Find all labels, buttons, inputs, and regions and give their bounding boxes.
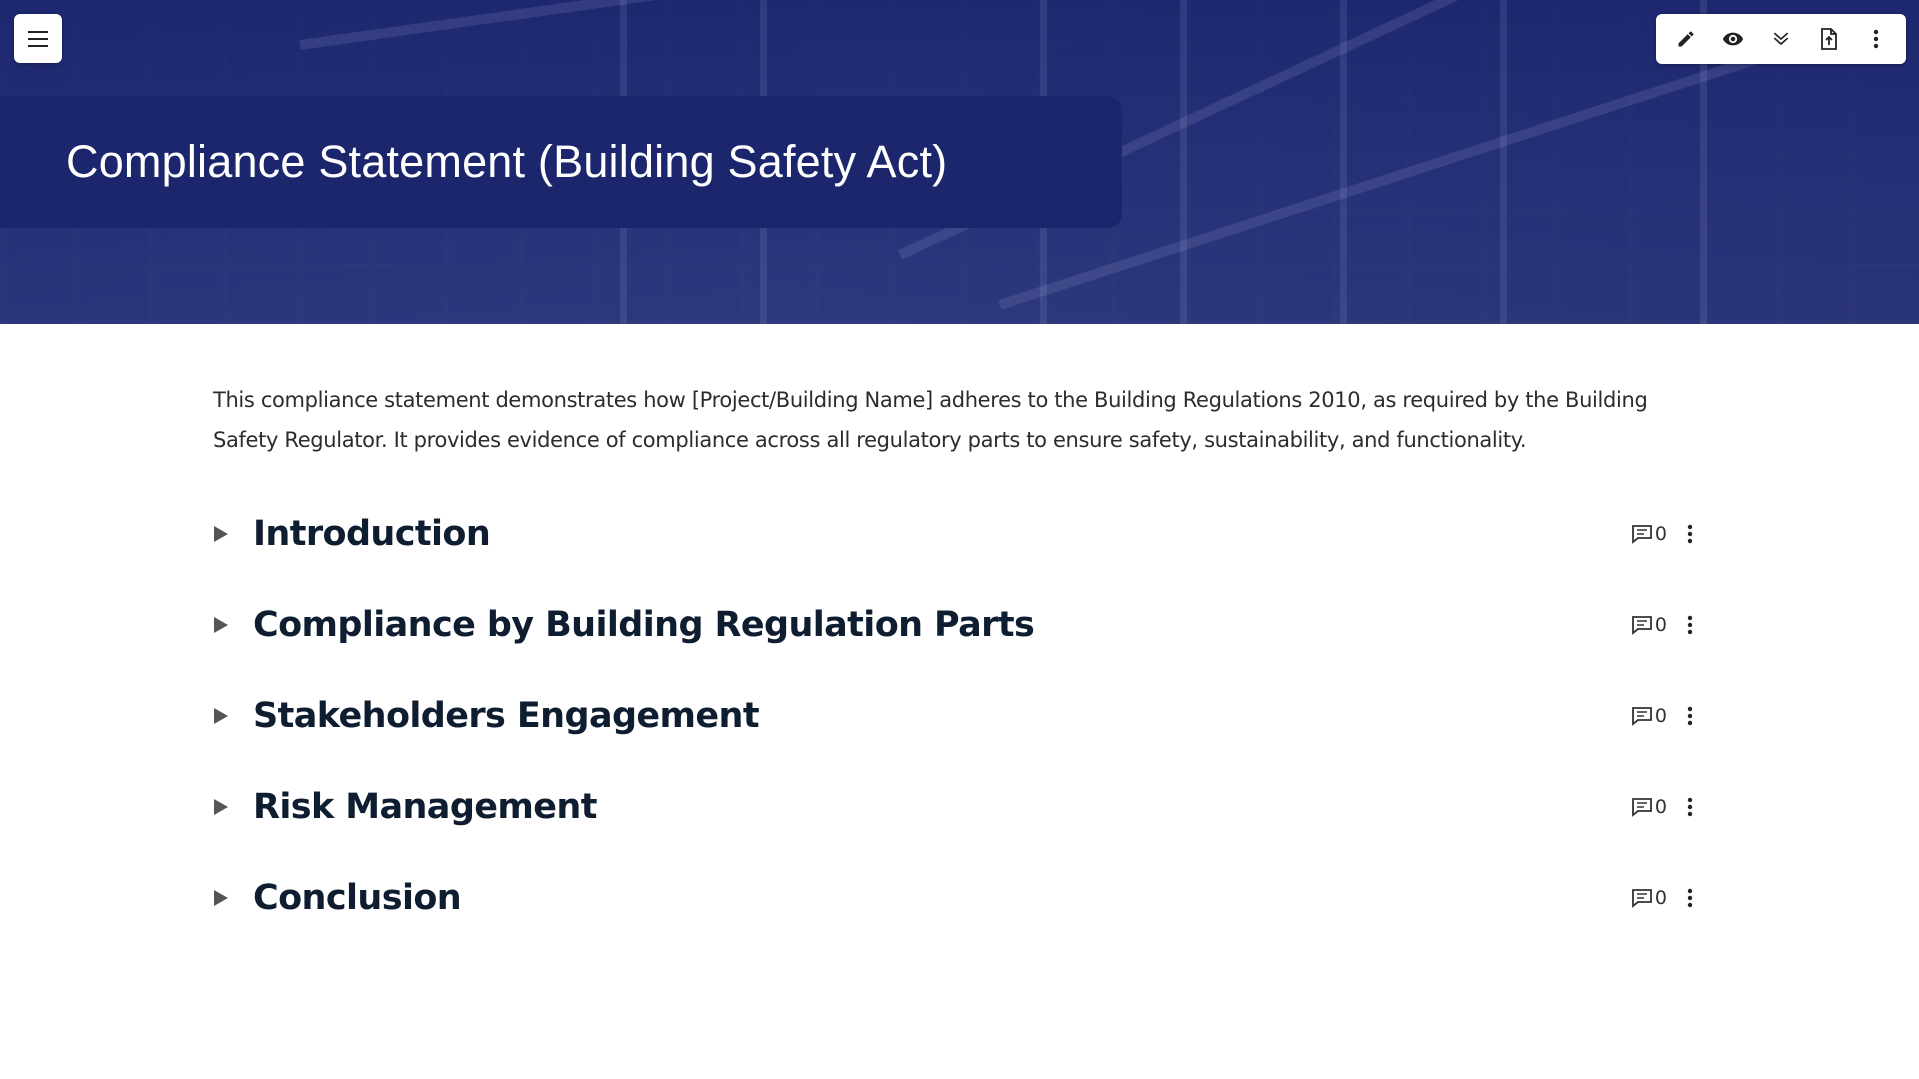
section-actions: 0 [1631, 670, 1701, 761]
section-title: Risk Management [253, 786, 597, 827]
section-title: Compliance by Building Regulation Parts [253, 604, 1035, 645]
section-actions: 0 [1631, 579, 1701, 670]
expand-caret-icon[interactable] [213, 889, 229, 907]
intro-paragraph: This compliance statement demonstrates h… [213, 388, 1648, 452]
comment-count: 0 [1654, 522, 1667, 545]
expand-caret-icon[interactable] [213, 616, 229, 634]
comments-button[interactable]: 0 [1631, 614, 1667, 636]
section-actions: 0 [1631, 488, 1701, 579]
section-conclusion[interactable]: Conclusion 0 [213, 852, 1701, 943]
section-compliance-by-parts[interactable]: Compliance by Building Regulation Parts … [213, 579, 1701, 670]
title-panel: Compliance Statement (Building Safety Ac… [0, 96, 1122, 228]
section-stakeholders-engagement[interactable]: Stakeholders Engagement 0 [213, 670, 1701, 761]
export-button[interactable] [1809, 19, 1849, 59]
document-toolbar [1656, 14, 1906, 64]
expand-caret-icon[interactable] [213, 525, 229, 543]
comment-icon [1632, 797, 1652, 817]
more-vertical-icon [1687, 615, 1693, 634]
comment-icon [1632, 706, 1652, 726]
eye-icon [1723, 32, 1744, 46]
comment-count: 0 [1654, 704, 1667, 727]
section-menu-button[interactable] [1679, 701, 1701, 731]
pencil-icon [1678, 31, 1694, 47]
menu-button[interactable] [14, 14, 62, 63]
comments-button[interactable]: 0 [1631, 796, 1667, 818]
file-export-icon [1820, 28, 1837, 50]
expand-all-button[interactable] [1761, 19, 1801, 59]
more-vertical-icon [1687, 797, 1693, 816]
double-chevron-down-icon [1773, 32, 1789, 46]
section-menu-button[interactable] [1679, 792, 1701, 822]
comment-icon [1632, 888, 1652, 908]
comment-count: 0 [1654, 613, 1667, 636]
section-menu-button[interactable] [1679, 610, 1701, 640]
hamburger-menu-icon [28, 30, 48, 47]
document-body: This compliance statement demonstrates h… [213, 380, 1701, 943]
section-title: Conclusion [253, 877, 462, 918]
section-risk-management[interactable]: Risk Management 0 [213, 761, 1701, 852]
section-actions: 0 [1631, 852, 1701, 943]
section-list: Introduction 0 Compliance by Building Re… [213, 488, 1701, 943]
preview-button[interactable] [1713, 19, 1753, 59]
comment-count: 0 [1654, 795, 1667, 818]
page-title: Compliance Statement (Building Safety Ac… [66, 136, 948, 187]
section-actions: 0 [1631, 761, 1701, 852]
comment-count: 0 [1654, 886, 1667, 909]
expand-caret-icon[interactable] [213, 798, 229, 816]
section-menu-button[interactable] [1679, 519, 1701, 549]
more-vertical-icon [1687, 524, 1693, 543]
section-introduction[interactable]: Introduction 0 [213, 488, 1701, 579]
comments-button[interactable]: 0 [1631, 887, 1667, 909]
comments-button[interactable]: 0 [1631, 705, 1667, 727]
comment-icon [1632, 615, 1652, 635]
more-vertical-icon [1873, 29, 1879, 49]
section-menu-button[interactable] [1679, 883, 1701, 913]
comment-icon [1632, 524, 1652, 544]
more-vertical-icon [1687, 706, 1693, 725]
hero-banner: Compliance Statement (Building Safety Ac… [0, 0, 1919, 324]
more-options-button[interactable] [1856, 19, 1896, 59]
section-title: Introduction [253, 513, 491, 554]
edit-button[interactable] [1666, 19, 1706, 59]
section-title: Stakeholders Engagement [253, 695, 760, 736]
comments-button[interactable]: 0 [1631, 523, 1667, 545]
more-vertical-icon [1687, 888, 1693, 907]
expand-caret-icon[interactable] [213, 707, 229, 725]
